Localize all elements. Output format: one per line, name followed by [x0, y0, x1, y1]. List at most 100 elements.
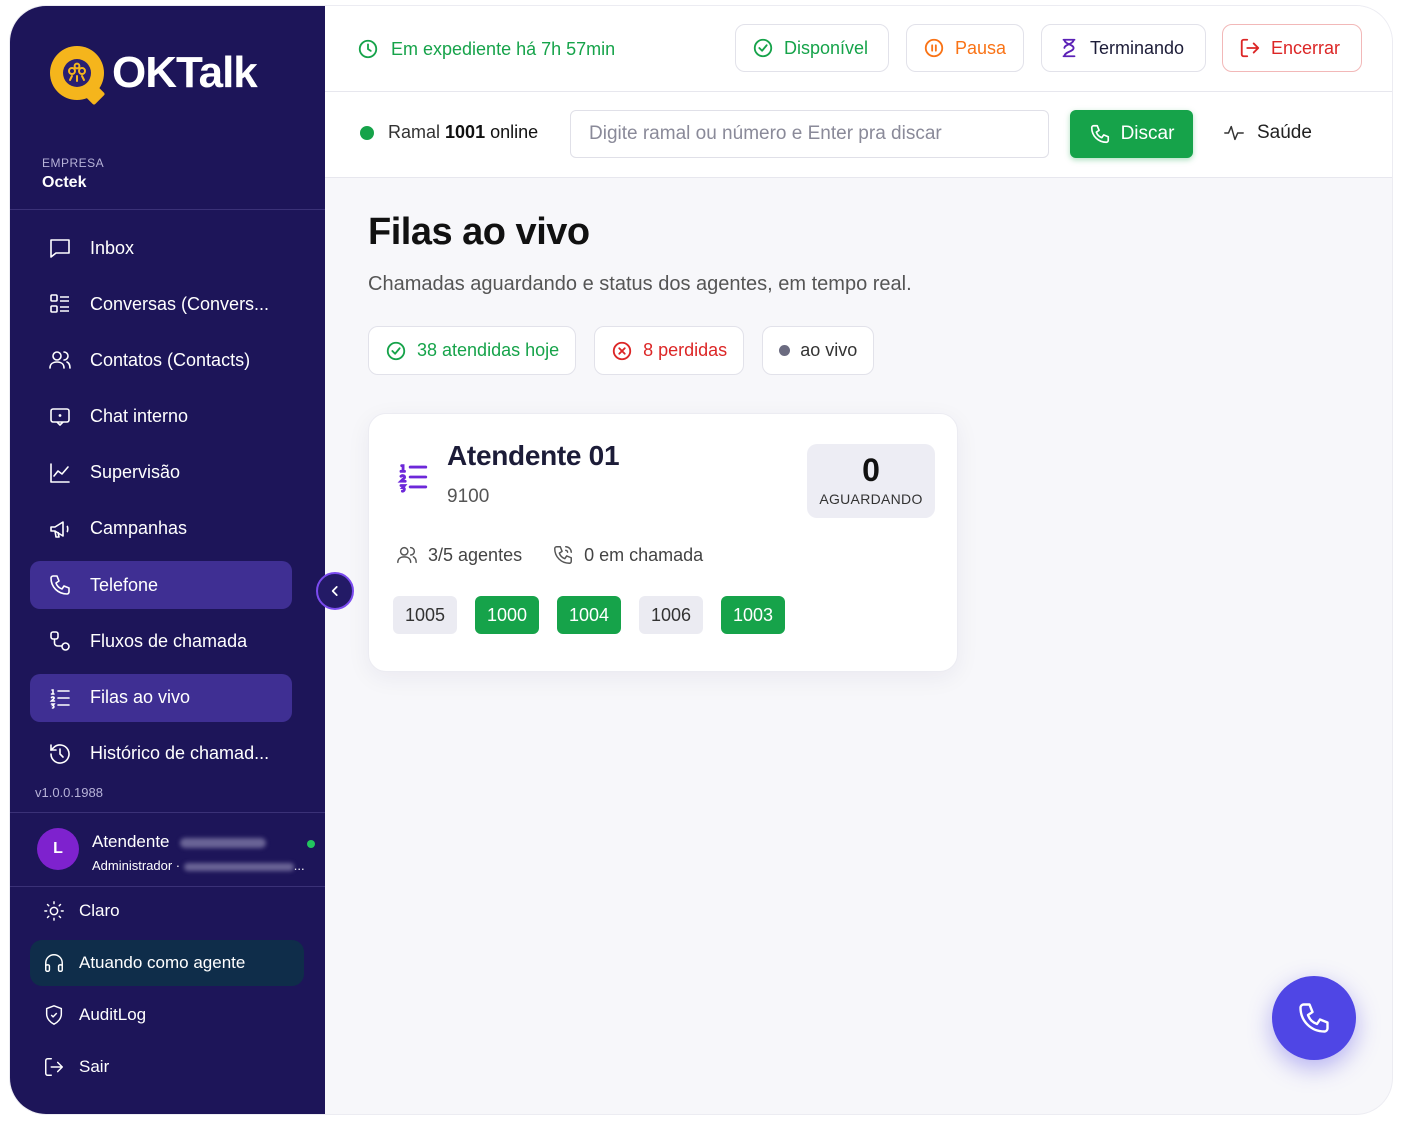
- main-content: Em expediente há 7h 57min Disponível Pau…: [325, 6, 1392, 1114]
- sidebar-footer: Claro Atuando como agente AuditLog Sair: [30, 888, 304, 1096]
- sidebar-item-label: Fluxos de chamada: [90, 630, 248, 651]
- queue-card[interactable]: Atendente 01 9100 0 AGUARDANDO 3/5 agent…: [368, 413, 958, 672]
- pause-button[interactable]: Pausa: [906, 24, 1024, 72]
- logout-button[interactable]: Sair: [30, 1044, 304, 1090]
- auditlog-link[interactable]: AuditLog: [30, 992, 304, 1038]
- sidebar-item-filas[interactable]: Filas ao vivo: [30, 673, 292, 722]
- shield-check-icon: [45, 1005, 63, 1025]
- available-label: Disponível: [784, 37, 869, 58]
- sidebar-nav: Inbox Conversas (Convers... Contatos (Co…: [30, 224, 292, 786]
- list-ordered-icon: [49, 688, 70, 709]
- finishing-button[interactable]: Terminando: [1041, 24, 1206, 72]
- user-role-text: Administrador ·: [92, 858, 181, 873]
- headphones-icon: [45, 954, 63, 972]
- sun-icon: [44, 901, 64, 921]
- sidebar-item-label: Campanhas: [90, 518, 188, 539]
- page-subtitle: Chamadas aguardando e status dos agentes…: [368, 273, 912, 295]
- check-circle-icon: [386, 341, 406, 360]
- dial-button[interactable]: Discar: [1070, 110, 1193, 158]
- phone-icon: [1299, 1003, 1329, 1033]
- phone-call-icon: [554, 546, 573, 564]
- extension-chip[interactable]: 1003: [721, 596, 785, 634]
- user-profile[interactable]: L Atendente Administrador · ...: [37, 828, 315, 874]
- auditlog-label: AuditLog: [79, 1005, 147, 1024]
- sidebar-item-chat-interno[interactable]: Chat interno: [30, 393, 292, 441]
- health-label: Saúde: [1257, 122, 1312, 143]
- sidebar-item-label: Telefone: [90, 574, 159, 595]
- sidebar-item-telefone[interactable]: Telefone: [30, 561, 292, 610]
- logout-icon: [45, 1058, 63, 1076]
- sidebar-item-historico[interactable]: Histórico de chamad...: [30, 730, 292, 778]
- status-dot: [360, 125, 374, 140]
- sidebar-item-label: Chat interno: [90, 406, 189, 427]
- extension-chip[interactable]: 1000: [475, 596, 539, 634]
- live-badge: ao vivo: [762, 326, 875, 375]
- theme-label: Claro: [79, 901, 120, 920]
- logo-icon: [50, 46, 104, 100]
- agent-mode-toggle[interactable]: Atuando como agente: [30, 940, 304, 986]
- sidebar-divider: [10, 886, 325, 887]
- sidebar-item-inbox[interactable]: Inbox: [30, 224, 292, 272]
- page-title: Filas ao vivo: [368, 211, 590, 253]
- users-icon: [49, 351, 71, 370]
- company-info: EMPRESA Octek: [42, 156, 104, 192]
- phone-icon: [50, 575, 70, 595]
- sidebar-item-contatos[interactable]: Contatos (Contacts): [30, 336, 292, 384]
- shift-timer: Em expediente há 7h 57min: [357, 38, 615, 60]
- clock-icon: [358, 39, 378, 59]
- chevron-left-icon: [331, 586, 338, 596]
- end-shift-button[interactable]: Encerrar: [1222, 24, 1362, 72]
- in-call-text: 0 em chamada: [584, 544, 704, 565]
- collapse-sidebar-button[interactable]: [316, 572, 354, 610]
- answered-text: 38 atendidas hoje: [417, 340, 560, 360]
- answered-badge: 38 atendidas hoje: [368, 326, 577, 375]
- pause-circle-icon: [924, 38, 944, 58]
- dial-bar: Ramal 1001 online Discar Saúde: [325, 92, 1392, 178]
- list-grid-icon: [50, 294, 69, 313]
- user-role: Administrador · ...: [92, 858, 305, 873]
- brand-name: OKTalk: [112, 48, 258, 97]
- dial-label: Discar: [1120, 123, 1175, 144]
- brand-logo[interactable]: OKTalk: [50, 46, 258, 100]
- line-chart-icon: [50, 462, 70, 483]
- extension-list: 1005 1000 1004 1006 1003: [393, 596, 785, 634]
- extension-chip[interactable]: 1005: [393, 596, 457, 634]
- route-icon: [50, 631, 70, 652]
- sidebar-item-label: Histórico de chamad...: [90, 743, 270, 764]
- extension-chip[interactable]: 1006: [639, 596, 703, 634]
- megaphone-icon: [50, 521, 69, 538]
- softphone-fab[interactable]: [1272, 976, 1356, 1060]
- check-circle-icon: [753, 38, 773, 58]
- waiting-count: 0: [862, 452, 880, 488]
- sidebar-item-supervisao[interactable]: Supervisão: [30, 449, 292, 497]
- redacted-text: [180, 837, 267, 848]
- live-text: ao vivo: [800, 340, 858, 360]
- live-dot: [779, 345, 791, 356]
- sidebar-item-campanhas[interactable]: Campanhas: [30, 505, 292, 553]
- available-button[interactable]: Disponível: [735, 24, 889, 72]
- sidebar-item-fluxos[interactable]: Fluxos de chamada: [30, 617, 292, 665]
- missed-badge: 8 perdidas: [594, 326, 745, 375]
- extension-text: Ramal 1001 online: [388, 122, 538, 143]
- redacted-text: [183, 862, 294, 871]
- health-link[interactable]: Saúde: [1223, 122, 1312, 144]
- end-shift-label: Encerrar: [1271, 37, 1341, 58]
- theme-toggle[interactable]: Claro: [30, 888, 304, 934]
- sidebar-item-label: Supervisão: [90, 462, 181, 483]
- avatar: L: [37, 828, 79, 870]
- sidebar-item-label: Conversas (Convers...: [90, 293, 270, 314]
- sidebar-divider: [10, 209, 325, 210]
- status-bar: Em expediente há 7h 57min Disponível Pau…: [325, 6, 1392, 92]
- extension-status: Ramal 1001 online: [360, 122, 538, 143]
- sidebar-item-conversas[interactable]: Conversas (Convers...: [30, 280, 292, 328]
- extension-chip[interactable]: 1004: [557, 596, 621, 634]
- company-label: EMPRESA: [42, 156, 105, 170]
- extension-prefix: Ramal: [388, 122, 441, 142]
- queue-stats: 3/5 agentes 0 em chamada: [396, 544, 703, 566]
- dial-input[interactable]: [570, 110, 1049, 158]
- sidebar-item-label: Inbox: [90, 237, 135, 258]
- agents-stat: 3/5 agentes: [396, 544, 522, 566]
- agent-mode-label: Atuando como agente: [79, 953, 246, 972]
- online-status-dot: [307, 840, 315, 848]
- finishing-label: Terminando: [1090, 37, 1185, 58]
